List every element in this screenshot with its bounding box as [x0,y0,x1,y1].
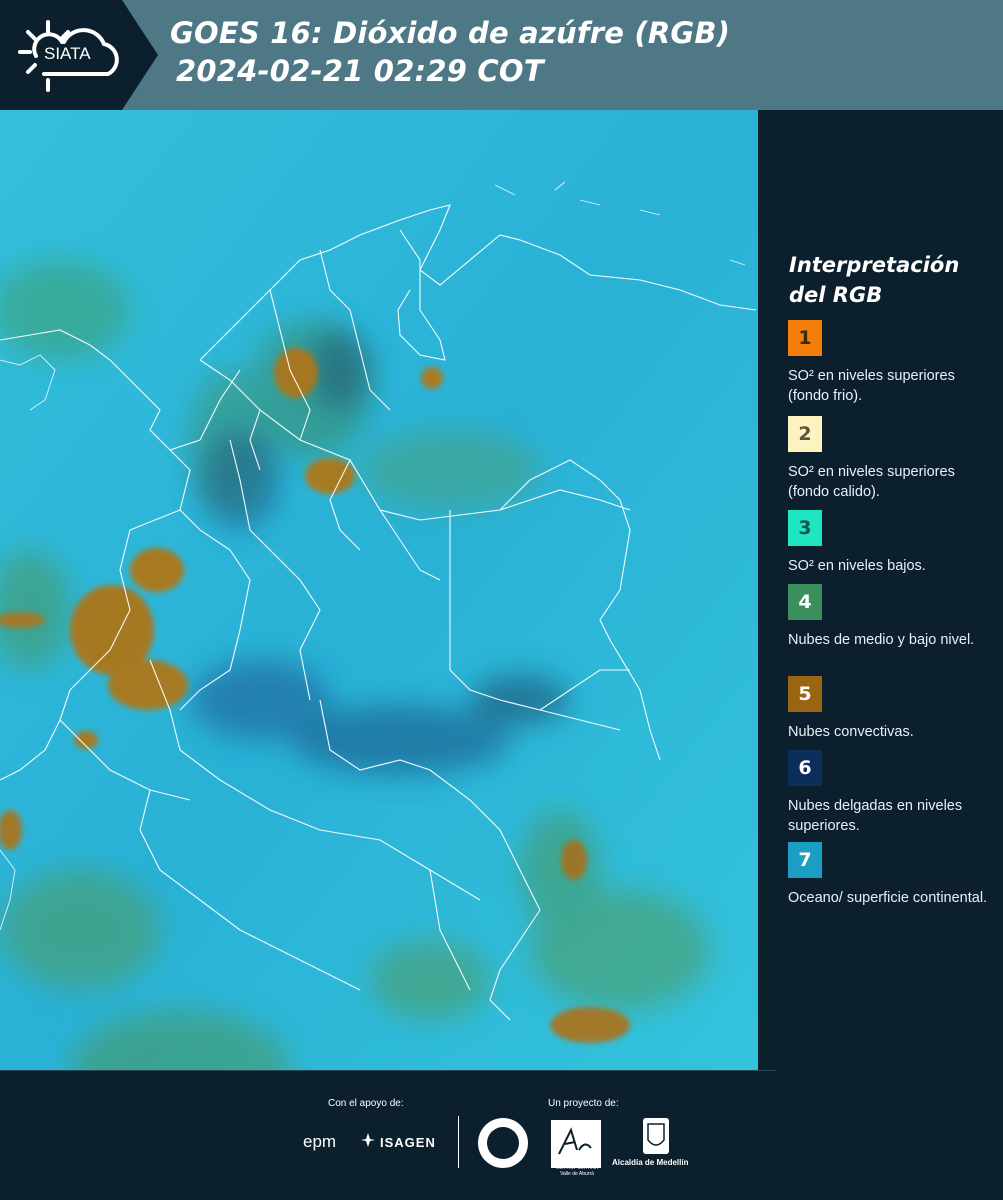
legend-item-3: 3 SO² en niveles bajos. [788,510,993,576]
legend-panel: Interpretación del RGB 1 SO² en niveles … [760,110,1003,1070]
legend-number-1: 1 [798,327,812,349]
medellin-seal-icon [478,1118,528,1168]
footer-divider-line [0,1070,776,1071]
alcaldia-shield-icon [643,1118,669,1154]
legend-title: Interpretación del RGB [789,253,960,307]
epm-logo: epm [303,1132,337,1151]
legend-text-4: Nubes de medio y bajo nivel. [788,632,975,648]
legend-number-3: 3 [798,517,812,539]
legend-number-4: 4 [798,591,812,613]
legend-number-2: 2 [798,423,812,445]
legend-swatch-5: 5 [788,676,822,712]
area-metropolitana-logo-icon [551,1120,601,1168]
legend-text-1: SO² en niveles superiores (fondo frio). [788,368,955,404]
isagen-icon [361,1133,375,1147]
legend-text-6: Nubes delgadas en niveles superiores. [788,798,963,834]
legend-number-7: 7 [798,849,812,871]
legend-text-7: Oceano/ superficie continental. [788,890,988,906]
legend-item-1: 1 SO² en niveles superiores (fondo frio)… [788,320,993,406]
map-image [0,110,758,1070]
legend-swatch-7: 7 [788,842,822,878]
legend-swatch-3: 3 [788,510,822,546]
alcaldia-text: Alcaldía de Medellín [612,1158,689,1167]
legend-text-3: SO² en niveles bajos. [788,558,926,574]
footer: Con el apoyo de: Un proyecto de: epm ISA… [0,1070,1003,1200]
legend-text-2: SO² en niveles superiores (fondo calido)… [788,464,955,500]
area-metropolitana-text: METROPOLITANA Valle de Aburrá [555,1165,599,1177]
satellite-map [0,110,758,1070]
legend-number-5: 5 [798,683,812,705]
page-title: GOES 16: Dióxido de azúfre (RGB) [170,16,731,50]
project-label: Un proyecto de: [548,1098,619,1109]
legend-item-2: 2 SO² en niveles superiores (fondo calid… [788,416,993,502]
legend-item-5: 5 Nubes convectivas. [788,676,993,742]
header: SIATA GOES 16: Dióxido de azúfre (RGB) 2… [0,0,1003,110]
legend-swatch-1: 1 [788,320,822,356]
legend-text-5: Nubes convectivas. [788,724,914,740]
isagen-logo: ISAGEN [380,1135,436,1150]
legend-item-4: 4 Nubes de medio y bajo nivel. [788,584,993,650]
legend-swatch-4: 4 [788,584,822,620]
logo-text: SIATA [44,44,91,63]
support-label: Con el apoyo de: [328,1098,404,1109]
legend-number-6: 6 [798,757,812,779]
footer-separator [458,1116,459,1168]
legend-item-7: 7 Oceano/ superficie continental. [788,842,993,908]
legend-item-6: 6 Nubes delgadas en niveles superiores. [788,750,993,836]
legend-swatch-6: 6 [788,750,822,786]
page-subtitle-timestamp: 2024-02-21 02:29 COT [176,54,544,88]
legend-swatch-2: 2 [788,416,822,452]
